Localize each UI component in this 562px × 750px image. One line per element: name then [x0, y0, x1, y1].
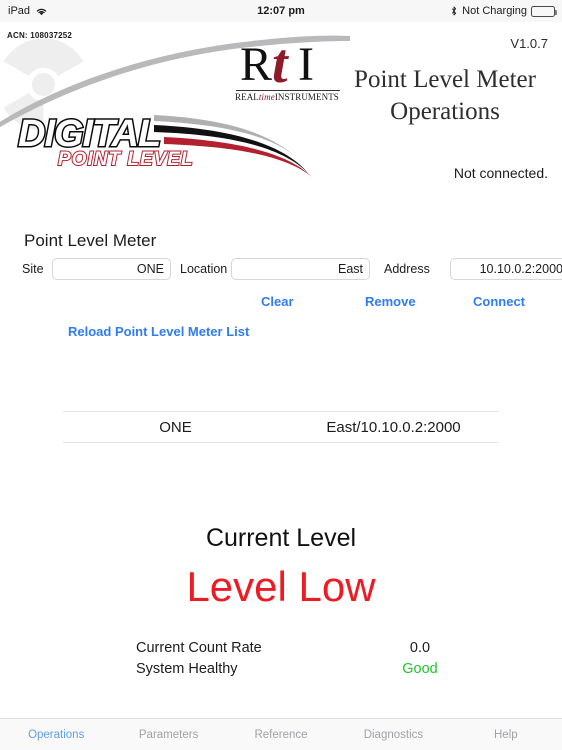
charging-status-label: Not Charging	[462, 5, 527, 17]
acn-number: ACN: 108037252	[7, 31, 73, 40]
site-input[interactable]: ONE	[52, 258, 171, 280]
table-row[interactable]: ONE East/10.10.0.2:2000	[63, 411, 499, 443]
logo-word-point-level: POINT LEVEL	[57, 148, 194, 171]
bluetooth-icon	[450, 5, 458, 17]
app-version: V1.0.7	[510, 36, 548, 51]
tab-diagnostics[interactable]: Diagnostics	[337, 729, 449, 741]
connection-status: Not connected.	[453, 165, 548, 181]
count-rate-row: Current Count Rate 0.0	[0, 640, 562, 661]
section-title-point-level-meter: Point Level Meter	[24, 231, 157, 250]
meter-row-address: East/10.10.0.2:2000	[326, 418, 461, 436]
page-title-line1: Point Level Meter	[354, 66, 536, 93]
status-bar-right: Not Charging	[450, 5, 557, 17]
count-rate-value: 0.0	[409, 640, 431, 656]
current-level-label: Current Level	[205, 524, 357, 552]
meter-action-row: Clear Remove Connect	[0, 294, 562, 312]
brand-letter-t: t	[272, 33, 288, 95]
rti-brand-logo: R t I REALtimeINSTRUMENTS	[226, 36, 346, 110]
bottom-tab-bar: Operations Parameters Reference Diagnost…	[0, 718, 562, 750]
meter-config-row: Site ONE Location East Address 10.10.0.2…	[22, 258, 562, 280]
brand-letter-r: R	[240, 38, 273, 91]
brand-subtitle: REALtimeINSTRUMENTS	[235, 92, 345, 102]
site-label: Site	[22, 262, 44, 276]
reload-meter-list-button[interactable]: Reload Point Level Meter List	[68, 324, 249, 339]
address-label: Address	[384, 262, 430, 276]
battery-icon	[531, 5, 557, 17]
tab-operations[interactable]: Operations	[0, 729, 112, 741]
location-input[interactable]: East	[231, 258, 370, 280]
clear-button[interactable]: Clear	[261, 294, 294, 309]
brand-letter-i: I	[298, 38, 314, 91]
meter-list: ONE East/10.10.0.2:2000	[63, 411, 499, 443]
system-health-value: Good	[402, 661, 438, 677]
page-title: Point Level Meter Operations	[340, 64, 550, 128]
app-root: iPad 12:07 pm Not Charging ACN: 10803725…	[0, 0, 562, 750]
location-label: Location	[180, 262, 228, 276]
status-bar: iPad 12:07 pm Not Charging	[0, 0, 562, 22]
brand-subtitle-left: REAL	[235, 92, 259, 102]
page-title-line2: Operations	[390, 98, 500, 125]
remove-button[interactable]: Remove	[365, 294, 416, 309]
tab-help[interactable]: Help	[450, 729, 562, 741]
address-input[interactable]: 10.10.0.2:2000	[450, 258, 562, 280]
brand-rule	[236, 90, 340, 91]
system-health-row: System Healthy Good	[0, 661, 562, 682]
meter-row-site: ONE	[159, 418, 192, 436]
count-rate-label: Current Count Rate	[136, 640, 262, 656]
digital-point-level-logo: DIGITAL POINT LEVEL	[4, 107, 326, 179]
system-health-label: System Healthy	[136, 661, 238, 677]
connect-button[interactable]: Connect	[473, 294, 525, 309]
app-header: ACN: 108037252 V1.0.7 R t I REALtimeINST…	[0, 22, 562, 197]
tab-parameters[interactable]: Parameters	[112, 729, 224, 741]
current-level-value: Level Low	[186, 563, 376, 610]
tab-reference[interactable]: Reference	[225, 729, 337, 741]
